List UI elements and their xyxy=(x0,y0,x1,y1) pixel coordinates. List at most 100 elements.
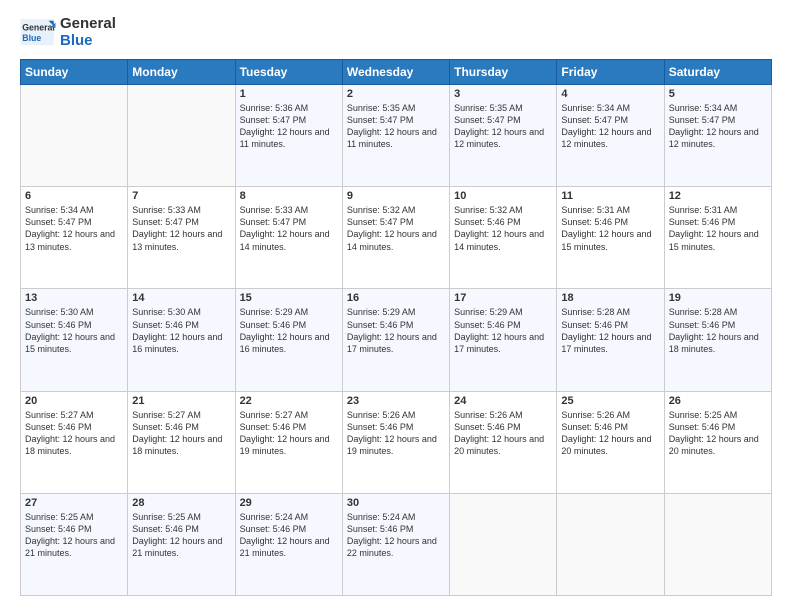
day-cell-15: 15 Sunrise: 5:29 AMSunset: 5:46 PMDayligh… xyxy=(235,289,342,391)
empty-cell xyxy=(21,85,128,187)
day-cell-17: 17 Sunrise: 5:29 AMSunset: 5:46 PMDayligh… xyxy=(450,289,557,391)
day-cell-11: 11 Sunrise: 5:31 AMSunset: 5:46 PMDayligh… xyxy=(557,187,664,289)
day-info-15: Sunrise: 5:29 AMSunset: 5:46 PMDaylight:… xyxy=(240,306,338,355)
day-cell-3: 3Sunrise: 5:35 AMSunset: 5:47 PMDaylight… xyxy=(450,85,557,187)
logo-text-general: General xyxy=(60,16,116,33)
day-info-6: Sunrise: 5:34 AMSunset: 5:47 PMDaylight:… xyxy=(25,204,123,253)
weekday-header-wednesday: Wednesday xyxy=(342,60,449,85)
day-info-16: Sunrise: 5:29 AMSunset: 5:46 PMDaylight:… xyxy=(347,306,445,355)
day-cell-5: 5 Sunrise: 5:34 AMSunset: 5:47 PMDaylight… xyxy=(664,85,771,187)
weekday-header-thursday: Thursday xyxy=(450,60,557,85)
day-info-26: Sunrise: 5:25 AMSunset: 5:46 PMDaylight:… xyxy=(669,409,767,458)
day-number-3: 3 xyxy=(454,88,552,100)
day-cell-9: 9 Sunrise: 5:32 AMSunset: 5:47 PMDaylight… xyxy=(342,187,449,289)
weekday-header-row: SundayMondayTuesdayWednesdayThursdayFrid… xyxy=(21,60,772,85)
day-number-24: 24 xyxy=(454,395,552,407)
weekday-header-saturday: Saturday xyxy=(664,60,771,85)
weekday-header-friday: Friday xyxy=(557,60,664,85)
day-info-4: Sunrise: 5:34 AMSunset: 5:47 PMDaylight:… xyxy=(561,102,659,151)
empty-cell xyxy=(664,493,771,595)
day-number-17: 17 xyxy=(454,292,552,304)
week-row-3: 20 Sunrise: 5:27 AMSunset: 5:46 PMDayligh… xyxy=(21,391,772,493)
day-cell-24: 24 Sunrise: 5:26 AMSunset: 5:46 PMDayligh… xyxy=(450,391,557,493)
day-info-12: Sunrise: 5:31 AMSunset: 5:46 PMDaylight:… xyxy=(669,204,767,253)
day-info-19: Sunrise: 5:28 AMSunset: 5:46 PMDaylight:… xyxy=(669,306,767,355)
day-number-10: 10 xyxy=(454,190,552,202)
weekday-header-monday: Monday xyxy=(128,60,235,85)
day-info-27: Sunrise: 5:25 AMSunset: 5:46 PMDaylight:… xyxy=(25,511,123,560)
day-cell-8: 8 Sunrise: 5:33 AMSunset: 5:47 PMDaylight… xyxy=(235,187,342,289)
day-info-14: Sunrise: 5:30 AMSunset: 5:46 PMDaylight:… xyxy=(132,306,230,355)
day-number-22: 22 xyxy=(240,395,338,407)
day-info-11: Sunrise: 5:31 AMSunset: 5:46 PMDaylight:… xyxy=(561,204,659,253)
empty-cell xyxy=(450,493,557,595)
day-number-28: 28 xyxy=(132,497,230,509)
day-info-23: Sunrise: 5:26 AMSunset: 5:46 PMDaylight:… xyxy=(347,409,445,458)
day-number-15: 15 xyxy=(240,292,338,304)
logo-text-blue: Blue xyxy=(60,33,116,50)
day-number-13: 13 xyxy=(25,292,123,304)
day-info-8: Sunrise: 5:33 AMSunset: 5:47 PMDaylight:… xyxy=(240,204,338,253)
day-cell-14: 14 Sunrise: 5:30 AMSunset: 5:46 PMDayligh… xyxy=(128,289,235,391)
day-number-27: 27 xyxy=(25,497,123,509)
day-number-25: 25 xyxy=(561,395,659,407)
day-info-30: Sunrise: 5:24 AMSunset: 5:46 PMDaylight:… xyxy=(347,511,445,560)
day-cell-23: 23 Sunrise: 5:26 AMSunset: 5:46 PMDayligh… xyxy=(342,391,449,493)
day-info-29: Sunrise: 5:24 AMSunset: 5:46 PMDaylight:… xyxy=(240,511,338,560)
empty-cell xyxy=(128,85,235,187)
day-info-10: Sunrise: 5:32 AMSunset: 5:46 PMDaylight:… xyxy=(454,204,552,253)
day-number-30: 30 xyxy=(347,497,445,509)
day-cell-10: 10 Sunrise: 5:32 AMSunset: 5:46 PMDayligh… xyxy=(450,187,557,289)
svg-text:General: General xyxy=(22,22,55,32)
week-row-0: 1Sunrise: 5:36 AMSunset: 5:47 PMDaylight… xyxy=(21,85,772,187)
day-info-5: Sunrise: 5:34 AMSunset: 5:47 PMDaylight:… xyxy=(669,102,767,151)
day-number-14: 14 xyxy=(132,292,230,304)
day-cell-25: 25Sunrise: 5:26 AMSunset: 5:46 PMDayligh… xyxy=(557,391,664,493)
day-cell-13: 13Sunrise: 5:30 AMSunset: 5:46 PMDayligh… xyxy=(21,289,128,391)
day-cell-6: 6 Sunrise: 5:34 AMSunset: 5:47 PMDaylight… xyxy=(21,187,128,289)
day-number-12: 12 xyxy=(669,190,767,202)
day-info-22: Sunrise: 5:27 AMSunset: 5:46 PMDaylight:… xyxy=(240,409,338,458)
weekday-header-sunday: Sunday xyxy=(21,60,128,85)
week-row-2: 13 Sunrise: 5:30 AMSunset: 5:46 PMDayligh… xyxy=(21,289,772,391)
day-number-1: 1 xyxy=(240,88,338,100)
day-cell-30: 30 Sunrise: 5:24 AMSunset: 5:46 PMDayligh… xyxy=(342,493,449,595)
day-number-9: 9 xyxy=(347,190,445,202)
day-info-17: Sunrise: 5:29 AMSunset: 5:46 PMDaylight:… xyxy=(454,306,552,355)
day-cell-28: 28 Sunrise: 5:25 AMSunset: 5:46 PMDayligh… xyxy=(128,493,235,595)
day-number-18: 18 xyxy=(561,292,659,304)
day-cell-12: 12 Sunrise: 5:31 AMSunset: 5:46 PMDayligh… xyxy=(664,187,771,289)
day-cell-1: 1Sunrise: 5:36 AMSunset: 5:47 PMDaylight… xyxy=(235,85,342,187)
page-header: General Blue General Blue xyxy=(20,16,772,49)
svg-text:Blue: Blue xyxy=(22,32,41,42)
day-number-2: 2 xyxy=(347,88,445,100)
day-number-21: 21 xyxy=(132,395,230,407)
day-number-23: 23 xyxy=(347,395,445,407)
day-number-4: 4 xyxy=(561,88,659,100)
day-number-8: 8 xyxy=(240,190,338,202)
day-info-21: Sunrise: 5:27 AMSunset: 5:46 PMDaylight:… xyxy=(132,409,230,458)
day-info-24: Sunrise: 5:26 AMSunset: 5:46 PMDaylight:… xyxy=(454,409,552,458)
day-number-5: 5 xyxy=(669,88,767,100)
day-cell-16: 16 Sunrise: 5:29 AMSunset: 5:46 PMDayligh… xyxy=(342,289,449,391)
calendar-table: SundayMondayTuesdayWednesdayThursdayFrid… xyxy=(20,59,772,596)
day-number-16: 16 xyxy=(347,292,445,304)
day-number-26: 26 xyxy=(669,395,767,407)
logo-icon: General Blue xyxy=(20,19,56,47)
day-number-20: 20 xyxy=(25,395,123,407)
logo: General Blue General Blue xyxy=(20,16,116,49)
day-number-19: 19 xyxy=(669,292,767,304)
day-cell-27: 27 Sunrise: 5:25 AMSunset: 5:46 PMDayligh… xyxy=(21,493,128,595)
week-row-1: 6 Sunrise: 5:34 AMSunset: 5:47 PMDaylight… xyxy=(21,187,772,289)
day-cell-18: 18 Sunrise: 5:28 AMSunset: 5:46 PMDayligh… xyxy=(557,289,664,391)
day-cell-2: 2Sunrise: 5:35 AMSunset: 5:47 PMDaylight… xyxy=(342,85,449,187)
day-info-20: Sunrise: 5:27 AMSunset: 5:46 PMDaylight:… xyxy=(25,409,123,458)
week-row-4: 27 Sunrise: 5:25 AMSunset: 5:46 PMDayligh… xyxy=(21,493,772,595)
day-cell-29: 29Sunrise: 5:24 AMSunset: 5:46 PMDayligh… xyxy=(235,493,342,595)
day-number-6: 6 xyxy=(25,190,123,202)
day-info-28: Sunrise: 5:25 AMSunset: 5:46 PMDaylight:… xyxy=(132,511,230,560)
day-cell-7: 7Sunrise: 5:33 AMSunset: 5:47 PMDaylight… xyxy=(128,187,235,289)
day-info-18: Sunrise: 5:28 AMSunset: 5:46 PMDaylight:… xyxy=(561,306,659,355)
day-number-11: 11 xyxy=(561,190,659,202)
day-info-9: Sunrise: 5:32 AMSunset: 5:47 PMDaylight:… xyxy=(347,204,445,253)
